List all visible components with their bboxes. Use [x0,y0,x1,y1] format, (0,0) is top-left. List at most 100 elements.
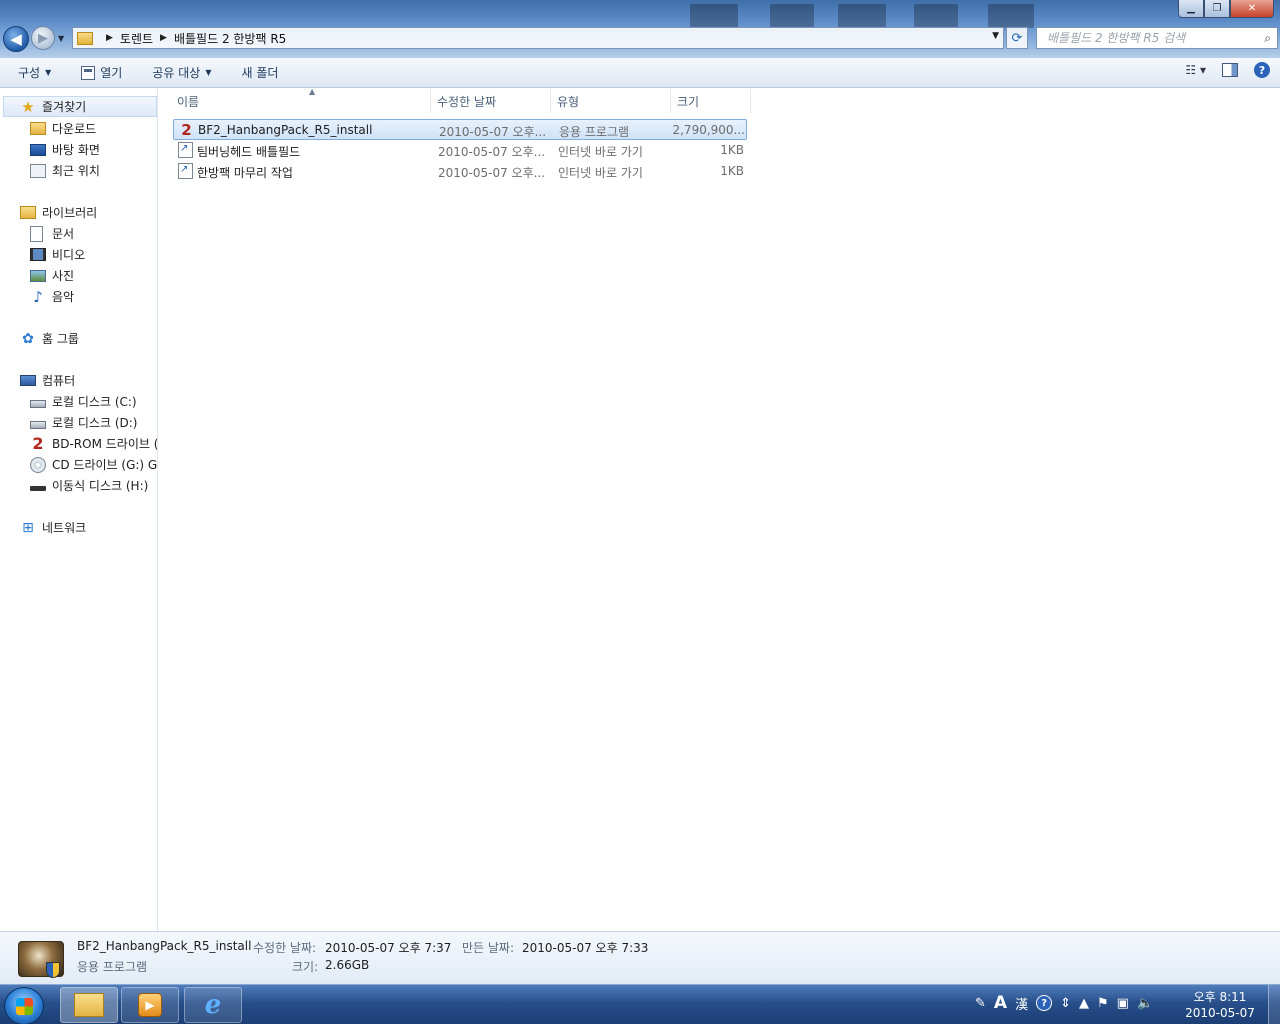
folder-icon [77,31,93,45]
file-row[interactable]: 한방팩 마무리 작업 2010-05-07 오후... 인터넷 바로 가기 1K… [173,161,747,182]
column-label: 유형 [557,94,580,109]
breadcrumb-chevron-icon[interactable]: ▶ [160,33,167,43]
forward-button[interactable]: ▶ [31,26,55,50]
nav-item-music[interactable]: ♪ 음악 [30,286,74,307]
column-header-date[interactable]: 수정한 날짜 [431,89,551,113]
show-hidden-icons-chevron-icon[interactable]: ▲ [1079,996,1089,1011]
ime-toolbar-icon[interactable]: ✎ [975,996,986,1011]
details-file-name: BF2_HanbangPack_R5_install [77,939,252,953]
change-view-icon[interactable]: ☷ ▾ [1185,63,1206,77]
nav-network[interactable]: ⊞ 네트워크 [20,517,86,538]
nav-favorites[interactable]: ★ 즐겨찾기 [3,96,157,117]
help-icon[interactable]: ? [1254,62,1270,78]
nav-item-bd-rom[interactable]: 2 BD-ROM 드라이브 ( [30,433,157,454]
open-button[interactable]: 열기 [81,64,122,81]
share-label: 공유 대상 [152,66,201,80]
new-folder-button[interactable]: 새 폴더 [241,64,278,81]
address-bar[interactable]: ▶ 토렌트 ▶ 배틀필드 2 한방팩 R5 ▼ [72,27,1004,49]
column-header-name[interactable]: 이름 ▲ [171,87,431,113]
address-dropdown-icon[interactable]: ▼ [992,31,999,41]
details-size-label: 크기: [292,960,319,974]
search-box[interactable]: ⌕ [1036,27,1278,49]
file-size: 2,790,900... [672,123,745,137]
ime-hanja-indicator[interactable]: 漢 [1015,994,1028,1013]
nav-item-pictures[interactable]: 사진 [30,265,74,286]
nav-computer[interactable]: 컴퓨터 [20,370,75,391]
column-label: 크기 [677,94,700,109]
taskbar: ▶ e ✎ A 漢 ? ⇕ ▲ ⚑ ▣ 🔈 오후 8:11 2010-05-07 [0,984,1280,1024]
action-center-flag-icon[interactable]: ⚑ [1097,996,1109,1011]
nav-homegroup[interactable]: ✿ 홈 그룹 [20,328,79,349]
navigation-pane: ★ 즐겨찾기 다운로드 바탕 화면 최근 위치 라이브러리 문서 비디오 사진 … [0,89,158,931]
taskbar-explorer-button[interactable] [60,987,118,1023]
clock[interactable]: 오후 8:11 2010-05-07 [1184,989,1256,1021]
refresh-button[interactable]: ⟳ [1006,27,1028,49]
details-created-label: 만든 날짜: [462,941,515,955]
nav-label: 로컬 디스크 (D:) [52,416,138,430]
organize-button[interactable]: 구성 ▼ [18,64,51,81]
nav-item-removable-disk[interactable]: 이동식 디스크 (H:) [30,475,148,496]
search-input[interactable] [1047,31,1247,45]
file-size: 1KB [720,143,744,157]
nav-label: 컴퓨터 [42,374,76,388]
details-size-value: 2.66GB [325,958,370,972]
title-bar: ▁ ❐ ✕ ◀ ▶ ▼ ▶ 토렌트 ▶ 배틀필드 2 한방팩 R5 ▼ ⟳ ⌕ [0,0,1280,58]
video-icon [30,248,46,261]
uac-shield-icon [46,962,60,978]
breadcrumb-item[interactable]: 토렌트 [120,30,153,47]
breadcrumb-chevron-icon[interactable]: ▶ [106,33,113,43]
file-type: 인터넷 바로 가기 [558,145,643,159]
nav-item-drive-c[interactable]: 로컬 디스크 (C:) [30,391,137,412]
back-button[interactable]: ◀ [3,26,29,52]
ime-options-icon[interactable]: ⇕ [1060,996,1071,1011]
sort-ascending-icon: ▲ [309,87,316,96]
file-row[interactable]: 팀버닝헤드 배틀필드 2010-05-07 오후... 인터넷 바로 가기 1K… [173,140,747,161]
volume-icon[interactable]: 🔈 [1137,996,1153,1011]
taskbar-ie-button[interactable]: e [184,987,242,1023]
nav-item-videos[interactable]: 비디오 [30,244,85,265]
nav-item-downloads[interactable]: 다운로드 [30,118,96,139]
recent-pages-dropdown[interactable]: ▼ [58,34,64,43]
star-icon: ★ [21,97,35,116]
show-desktop-button[interactable] [1268,985,1280,1024]
nav-label: 홈 그룹 [42,332,79,346]
details-created-value: 2010-05-07 오후 7:33 [522,941,649,955]
nav-item-recent-places[interactable]: 최근 위치 [30,160,100,181]
search-icon[interactable]: ⌕ [1264,31,1271,46]
file-row[interactable]: 2 BF2_HanbangPack_R5_install 2010-05-07 … [173,119,747,140]
share-button[interactable]: 공유 대상 ▼ [152,64,211,81]
nav-libraries[interactable]: 라이브러리 [20,202,97,223]
column-header-size[interactable]: 크기 [671,89,751,113]
details-pane: BF2_HanbangPack_R5_install 응용 프로그램 수정한 날… [0,931,1280,984]
file-date: 2010-05-07 오후... [439,125,547,139]
breadcrumb-item[interactable]: 배틀필드 2 한방팩 R5 [174,30,286,47]
start-button[interactable] [4,987,44,1024]
nav-label: 사진 [52,269,75,283]
preview-pane-icon[interactable] [1222,63,1238,77]
explorer-folder-icon [74,993,104,1017]
command-bar: 구성 ▼ 열기 공유 대상 ▼ 새 폴더 ☷ ▾ ? [0,58,1280,88]
nav-item-documents[interactable]: 문서 [30,223,74,244]
hard-disk-icon [30,420,46,429]
maximize-button[interactable]: ❐ [1204,0,1230,18]
application-icon: 2 [181,121,192,139]
nav-item-drive-d[interactable]: 로컬 디스크 (D:) [30,412,137,433]
nav-item-cd-drive[interactable]: CD 드라이브 (G:) GI [30,454,157,475]
ime-help-icon[interactable]: ? [1036,995,1053,1011]
file-name: BF2_HanbangPack_R5_install [198,123,373,137]
network-status-icon[interactable]: ▣ [1117,996,1129,1011]
background-decoration [988,4,1034,28]
nav-item-desktop[interactable]: 바탕 화면 [30,139,100,160]
column-header-type[interactable]: 유형 [551,89,671,113]
minimize-button[interactable]: ▁ [1178,0,1204,18]
file-date: 2010-05-07 오후... [438,166,546,180]
taskbar-media-player-button[interactable]: ▶ [121,987,179,1023]
removable-disk-icon [30,486,46,491]
file-type: 응용 프로그램 [559,125,630,139]
ime-language-indicator[interactable]: A [994,993,1007,1013]
file-name: 팀버닝헤드 배틀필드 [197,145,301,159]
open-icon [81,65,96,80]
media-player-icon: ▶ [138,993,162,1017]
internet-explorer-icon: e [204,990,222,1020]
close-button[interactable]: ✕ [1230,0,1274,18]
